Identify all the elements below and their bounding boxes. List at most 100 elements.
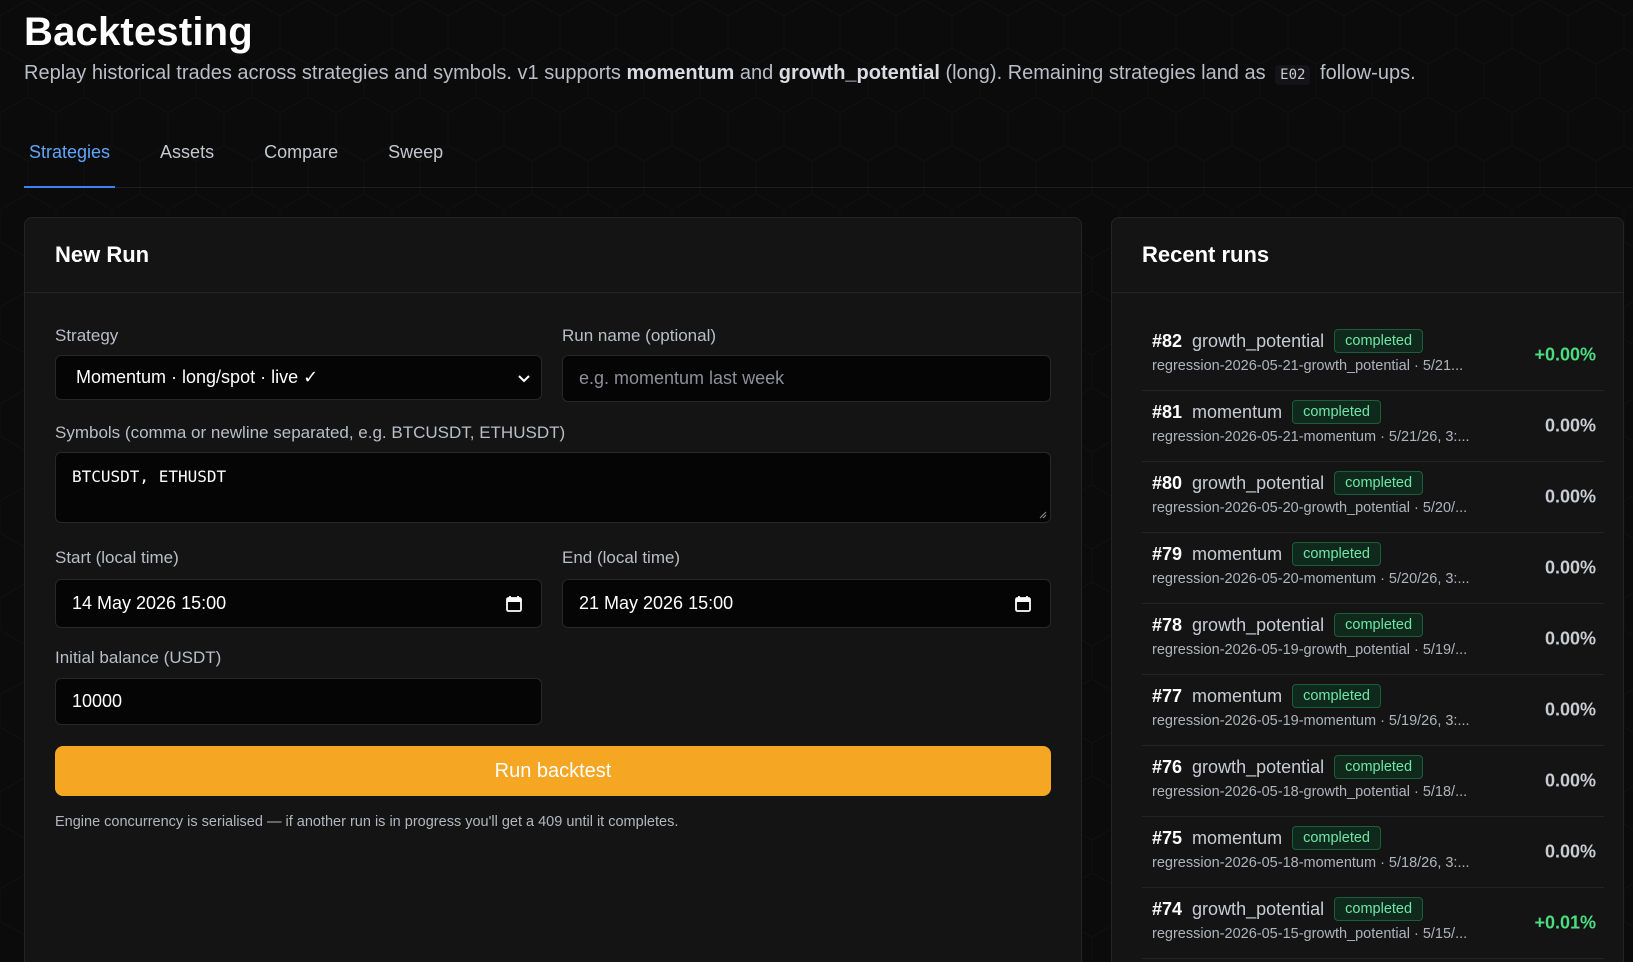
strategy-select-value: Momentum · long/spot · live ✓ [76,367,319,387]
run-row-header: #76 growth_potential completed [1152,754,1424,780]
tab-sweep[interactable]: Sweep [383,130,448,188]
run-row-header: #80 growth_potential completed [1152,470,1424,496]
run-row[interactable]: #74 growth_potential completed regressio… [1142,888,1604,959]
balance-value: 10000 [72,691,123,711]
run-pnl: +0.01% [1534,912,1596,933]
run-name-input[interactable]: e.g. momentum last week [562,355,1051,402]
symbols-textarea[interactable]: BTCUSDT, ETHUSDT [55,452,1051,523]
run-id: #75 [1152,827,1183,848]
run-row[interactable]: #76 growth_potential completed regressio… [1142,746,1604,817]
subtitle-code: E02 [1275,65,1311,85]
run-pnl: +0.00% [1534,344,1596,365]
status-badge: completed [1292,826,1381,850]
strategy-label: Strategy [55,326,119,345]
new-run-card: New Run Strategy Momentum · long/spot · … [24,217,1082,962]
balance-label: Initial balance (USDT) [55,648,222,667]
run-id: #77 [1152,685,1183,706]
run-row-header: #75 momentum completed [1152,825,1381,851]
run-row-header: #82 growth_potential completed [1152,328,1424,354]
run-name-label: Run name (optional) [562,326,717,345]
page-title: Backtesting [24,10,253,54]
run-strategy: growth_potential [1192,472,1325,493]
recent-runs-card: Recent runs #82 growth_potential complet… [1111,217,1624,962]
run-subtitle: regression-2026-05-15-growth_potential ·… [1152,926,1468,942]
run-strategy: momentum [1192,543,1283,564]
run-row[interactable]: #81 momentum completed regression-2026-0… [1142,391,1604,462]
run-subtitle: regression-2026-05-20-momentum · 5/20/26… [1152,571,1470,587]
subtitle-text: Replay historical trades across strategi… [24,62,627,84]
run-row-header: #79 momentum completed [1152,541,1381,567]
balance-input[interactable]: 10000 [55,678,542,725]
end-label: End (local time) [562,548,681,567]
run-row[interactable]: #77 momentum completed regression-2026-0… [1142,675,1604,746]
status-badge: completed [1292,684,1381,708]
subtitle-text: and [734,62,779,84]
run-strategy: growth_potential [1192,330,1325,351]
run-pnl: 0.00% [1544,770,1596,791]
run-id: #82 [1152,330,1183,351]
run-pnl: 0.00% [1544,486,1596,507]
run-subtitle: regression-2026-05-18-momentum · 5/18/26… [1152,855,1470,871]
run-id: #76 [1152,756,1183,777]
run-strategy: growth_potential [1192,614,1325,635]
run-strategy: growth_potential [1192,898,1325,919]
run-id: #81 [1152,401,1183,422]
run-strategy: growth_potential [1192,756,1325,777]
status-badge: completed [1334,755,1424,779]
symbols-label: Symbols (comma or newline separated, e.g… [55,423,566,442]
subtitle-text: (long). Remaining strategies land as [939,62,1272,84]
run-subtitle: regression-2026-05-19-momentum · 5/19/26… [1152,713,1470,729]
run-row[interactable]: #78 growth_potential completed regressio… [1142,604,1604,675]
status-badge: completed [1334,329,1424,353]
start-value: 14 May 2026 15:00 [72,593,227,613]
run-pnl: 0.00% [1544,699,1596,720]
start-datetime-input[interactable]: 14 May 2026 15:00 [55,579,542,628]
run-subtitle: regression-2026-05-20-growth_potential ·… [1152,500,1468,516]
tab-assets[interactable]: Assets [155,130,219,188]
status-badge: completed [1334,471,1424,495]
subtitle-strategy-growth: growth_potential [778,62,940,84]
status-badge: completed [1292,400,1381,424]
run-id: #78 [1152,614,1183,635]
calendar-icon[interactable] [505,595,523,613]
run-row-header: #81 momentum completed [1152,399,1381,425]
run-row[interactable]: #80 growth_potential completed regressio… [1142,462,1604,533]
new-run-title: New Run [25,218,1081,293]
end-value: 21 May 2026 15:00 [579,593,734,613]
calendar-icon[interactable] [1014,595,1032,613]
tab-compare[interactable]: Compare [259,130,343,188]
run-row-header: #74 growth_potential completed [1152,896,1424,922]
run-row-header: #78 growth_potential completed [1152,612,1424,638]
page-subtitle: Replay historical trades across strategi… [24,62,1416,85]
start-label: Start (local time) [55,548,179,567]
run-row[interactable]: #75 momentum completed regression-2026-0… [1142,817,1604,888]
run-name-placeholder: e.g. momentum last week [579,368,785,388]
symbols-value: BTCUSDT, ETHUSDT [72,467,227,486]
run-pnl: 0.00% [1544,841,1596,862]
end-datetime-input[interactable]: 21 May 2026 15:00 [562,579,1051,628]
run-row[interactable]: #79 momentum completed regression-2026-0… [1142,533,1604,604]
run-strategy: momentum [1192,827,1283,848]
tab-bar: Strategies Assets Compare Sweep [24,130,1633,188]
run-row[interactable]: #82 growth_potential completed regressio… [1142,320,1604,391]
run-pnl: 0.00% [1544,415,1596,436]
run-row-header: #77 momentum completed [1152,683,1381,709]
recent-runs-list: #82 growth_potential completed regressio… [1142,320,1604,959]
run-pnl: 0.00% [1544,628,1596,649]
run-subtitle: regression-2026-05-18-growth_potential ·… [1152,784,1468,800]
run-strategy: momentum [1192,685,1283,706]
run-strategy: momentum [1192,401,1283,422]
concurrency-hint: Engine concurrency is serialised — if an… [55,814,679,830]
strategy-select[interactable]: Momentum · long/spot · live ✓ [55,355,542,400]
status-badge: completed [1334,613,1424,637]
run-subtitle: regression-2026-05-19-growth_potential ·… [1152,642,1468,658]
subtitle-strategy-momentum: momentum [626,62,735,84]
run-id: #79 [1152,543,1183,564]
run-id: #80 [1152,472,1183,493]
status-badge: completed [1292,542,1381,566]
run-id: #74 [1152,898,1183,919]
resize-handle-icon[interactable] [1037,509,1047,519]
tab-strategies[interactable]: Strategies [24,130,116,188]
chevron-down-icon [518,374,530,382]
run-backtest-button[interactable]: Run backtest [55,746,1051,796]
